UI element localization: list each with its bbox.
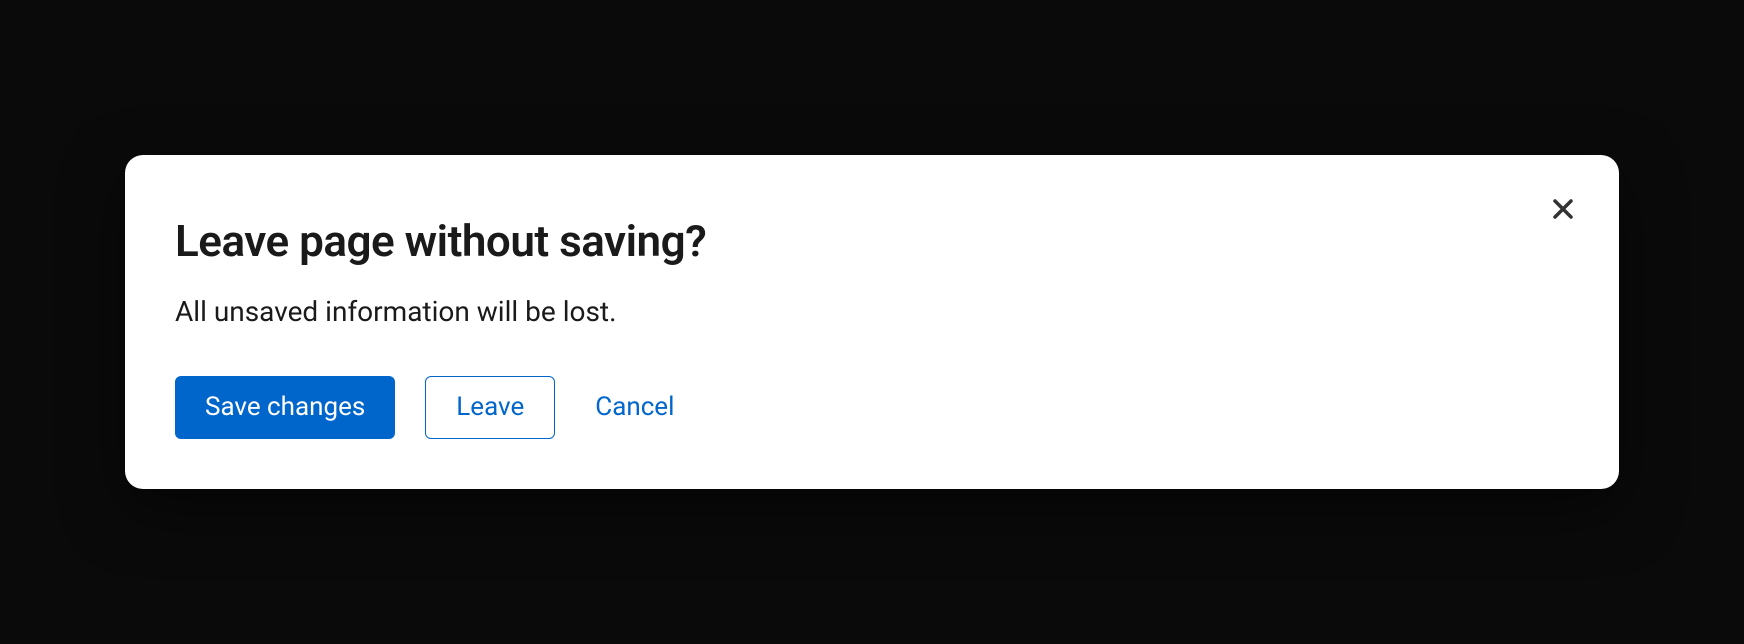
close-icon [1551, 197, 1575, 224]
confirmation-modal: Leave page without saving? All unsaved i… [125, 155, 1619, 489]
save-changes-button[interactable]: Save changes [175, 376, 395, 439]
modal-actions: Save changes Leave Cancel [175, 376, 1569, 439]
modal-body-text: All unsaved information will be lost. [175, 295, 1569, 328]
modal-title: Leave page without saving? [175, 215, 1569, 267]
leave-button[interactable]: Leave [425, 376, 555, 438]
close-button[interactable] [1547, 195, 1579, 227]
cancel-button[interactable]: Cancel [585, 376, 684, 439]
